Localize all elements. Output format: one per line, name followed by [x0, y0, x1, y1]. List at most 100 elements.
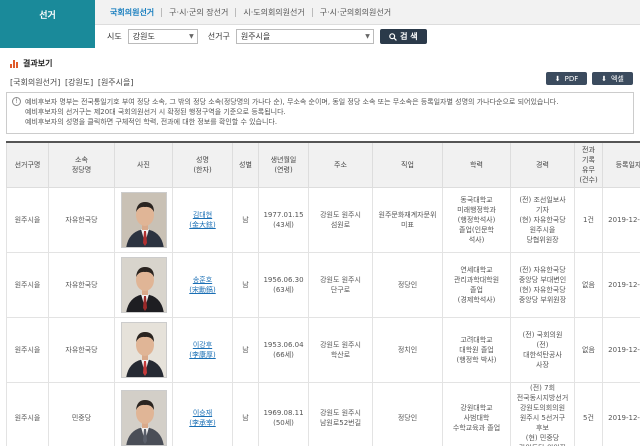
table-row: 원주시을 자유한국당 이강후 (李康厚) 남 1953.06.04 (66세) 강원도 원주시… [6, 316, 640, 383]
birth-cell: 1977.01.15 (43세) [258, 186, 309, 253]
table-body: 원주시을 자유한국당 김대현 (金大鉉) 남 1977.01.15 (43세) 강원도 원주시… [6, 186, 640, 446]
gender-cell: 남 [232, 251, 259, 318]
tab-local-council[interactable]: 구·시·군의회의원선거 [313, 7, 398, 18]
crumb-election: [국회의원선거] [10, 78, 61, 87]
party-cell: 자유한국당 [48, 316, 115, 383]
info-icon: ! [12, 97, 21, 106]
district-cell: 원주시을 [6, 186, 49, 253]
chevron-down-icon: ▼ [365, 33, 370, 40]
job-cell: 정당인 [372, 381, 443, 446]
candidate-photo [120, 256, 167, 313]
district-select[interactable]: 원주시을 ▼ [235, 29, 374, 44]
tab-local-head[interactable]: 구·시·군의 장선거 [162, 7, 235, 18]
result-title: 결과보기 [23, 59, 53, 68]
gender-cell: 남 [232, 186, 259, 253]
name-cell: 이강후 (李康厚) [172, 316, 233, 383]
date-cell: 2019-12-17 [602, 251, 640, 318]
col-name-header: 성명 (한자) [172, 141, 233, 188]
table-header-row: 선거구명 소속 정당명 사진 성명 (한자) 성별 생년월일 (연령) 주소 직업 학력 경력 전과 기록 유… [6, 141, 640, 188]
birth-cell: 1953.06.04 (66세) [258, 316, 309, 383]
download-icon: ⬇ [554, 74, 561, 83]
district-label: 선거구 [207, 32, 230, 41]
district-cell: 원주시을 [6, 381, 49, 446]
party-cell: 자유한국당 [48, 186, 115, 253]
crumb-province: [강원도] [64, 78, 94, 87]
photo-cell [114, 316, 173, 383]
table-row: 원주시을 자유한국당 김대현 (金大鉉) 남 1977.01.15 (43세) 강원도 원주시… [6, 186, 640, 253]
col-gender-header: 성별 [232, 141, 259, 188]
gender-cell: 남 [232, 316, 259, 383]
birth-cell: 1956.06.30 (63세) [258, 251, 309, 318]
record-cell: 5건 [574, 381, 603, 446]
education-cell: 연세대학교 관리과학대학원 졸업 (경제학석사) [442, 251, 511, 318]
address-cell: 강원도 원주시 섬원로 [308, 186, 373, 253]
breadcrumb: [국회의원선거] [강원도] [원주시을] [10, 77, 136, 88]
excel-button[interactable]: ⬇ 엑셀 [592, 72, 633, 85]
section-brand: 선거 [0, 0, 95, 48]
tab-national-assembly[interactable]: 국회의원선거 [103, 7, 161, 18]
career-cell: (전) 7회전국동시지방선거강원도의회의원원주시 5선거구후보(현) 민중당강원… [510, 381, 575, 446]
district-value: 원주시을 [240, 32, 271, 41]
election-tabs: 국회의원선거 구·시·군의 장선거 시·도의회의원선거 구·시·군의회의원선거 [95, 0, 640, 25]
district-cell: 원주시을 [6, 251, 49, 318]
job-cell: 정당인 [372, 251, 443, 318]
job-cell: 정치인 [372, 316, 443, 383]
candidate-name-link[interactable]: 이승재 (李承宰) [189, 409, 215, 427]
job-cell: 원주문화재계자문위 미표 [372, 186, 443, 253]
record-cell: 없음 [574, 316, 603, 383]
col-education-header: 학력 [442, 141, 511, 188]
name-cell: 송훈호 (宋勳鎬) [172, 251, 233, 318]
date-cell: 2019-12-17 [602, 381, 640, 446]
col-job-header: 직업 [372, 141, 443, 188]
download-icon: ⬇ [601, 74, 607, 83]
district-cell: 원주시을 [6, 316, 49, 383]
notice-line: 예비후보자 명부는 전국통일기호 부여 정당 소속, 그 밖의 정당 소속(정당… [25, 98, 559, 106]
notice-box: ! 예비후보자 명부는 전국통일기호 부여 정당 소속, 그 밖의 정당 소속(… [6, 92, 634, 134]
career-cell: (전) 자유한국당 중앙당 부대변인 (현) 자유한국당 중앙당 부위원장 [510, 251, 575, 318]
col-birth-header: 생년월일 (연령) [258, 141, 309, 188]
gender-cell: 남 [232, 381, 259, 446]
name-cell: 김대현 (金大鉉) [172, 186, 233, 253]
crumb-district: [원주시을] [97, 78, 134, 87]
col-address-header: 주소 [308, 141, 373, 188]
search-button[interactable]: 검 색 [379, 29, 427, 44]
candidate-photo [120, 321, 167, 378]
candidate-name-link[interactable]: 송훈호 (宋勳鎬) [189, 276, 215, 294]
education-cell: 고려대학교 대학원 졸업 (행정학 박사) [442, 316, 511, 383]
candidate-name-link[interactable]: 이강후 (李康厚) [189, 341, 215, 359]
result-heading: 결과보기 [10, 58, 52, 69]
sido-select[interactable]: 강원도 ▼ [127, 29, 198, 44]
search-icon [389, 32, 397, 41]
candidate-photo [120, 191, 167, 248]
education-cell: 동국대학교 미래행정학과 (행정학석사) 졸업(인문학 석사) [442, 186, 511, 253]
candidate-name-link[interactable]: 김대현 (金大鉉) [189, 211, 215, 229]
filter-bar: 시도 강원도 ▼ 선거구 원주시을 ▼ 검 색 [95, 25, 640, 48]
pdf-button-label: PDF [564, 74, 579, 83]
notice-line: 예비후보자의 선거구는 제20대 국회의원선거 시 확정된 행정구역을 기준으로… [25, 108, 286, 116]
col-party-header: 소속 정당명 [48, 141, 115, 188]
address-cell: 강원도 원주시 학산로 [308, 316, 373, 383]
notice-line: 예비후보자의 성명을 클릭하면 구체적인 학력, 전과에 대한 정보를 확인할 … [25, 118, 278, 126]
table-row: 원주시을 자유한국당 송훈호 (宋勳鎬) 남 1956.06.30 (63세) 강원도 원주시… [6, 251, 640, 318]
photo-cell [114, 251, 173, 318]
record-cell: 1건 [574, 186, 603, 253]
tab-provincial-council[interactable]: 시·도의회의원선거 [236, 7, 311, 18]
col-career-header: 경력 [510, 141, 575, 188]
col-district-header: 선거구명 [6, 141, 49, 188]
sido-label: 시도 [107, 32, 122, 41]
education-cell: 강원대학교 사범대학 수학교육과 졸업 [442, 381, 511, 446]
photo-cell [114, 186, 173, 253]
pdf-button[interactable]: ⬇ PDF [546, 72, 587, 85]
record-cell: 없음 [574, 251, 603, 318]
address-cell: 강원도 원주시 남원로52번길 [308, 381, 373, 446]
date-cell: 2019-12-17 [602, 186, 640, 253]
brand-label: 선거 [39, 11, 56, 21]
table-row: 원주시을 민중당 이승재 (李承宰) 남 1969.08.11 (50세) 강원도 원주시 남원… [6, 381, 640, 446]
col-record-header: 전과 기록 유무 (건수) [574, 141, 603, 188]
career-cell: (전) 조선일보사 기자 (현) 자유한국당 원주시을 당협위원장 [510, 186, 575, 253]
name-cell: 이승재 (李承宰) [172, 381, 233, 446]
search-button-label: 검 색 [400, 32, 418, 41]
birth-cell: 1969.08.11 (50세) [258, 381, 309, 446]
date-cell: 2019-12-17 [602, 316, 640, 383]
excel-button-label: 엑셀 [610, 74, 624, 83]
